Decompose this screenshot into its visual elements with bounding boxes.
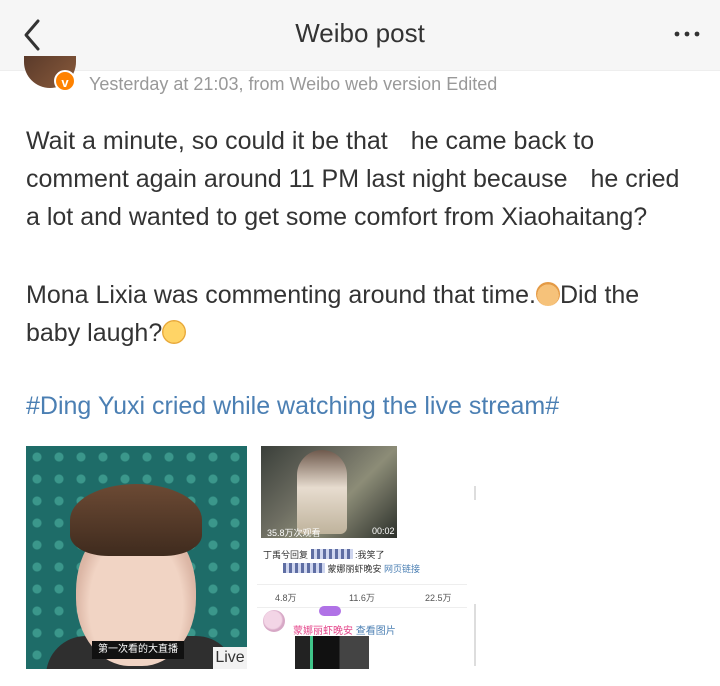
scroll-indicator (474, 604, 476, 666)
mini-reply-text: 蒙娜丽虾晚安 查看图片 (293, 622, 396, 637)
mini-comment-suffix: :我笑了 (355, 550, 385, 560)
blurred-name (310, 549, 353, 559)
post-paragraph-1: Wait a minute, so could it be that he ca… (26, 122, 696, 236)
post-meta-row: v Yesterday at 21:03, from Weibo web ver… (24, 56, 704, 98)
repost-count: 4.8万 (275, 593, 297, 603)
mini-comment-2-author: 蒙娜丽虾晚安 (327, 564, 382, 574)
mini-comment-2: 蒙娜丽虾晚安 网页链接 (283, 562, 473, 575)
more-icon (674, 31, 700, 37)
live-badge: Live (213, 647, 247, 669)
blank-character (574, 168, 590, 190)
post-body: Wait a minute, so could it be that he ca… (26, 122, 696, 352)
comment-count: 11.6万 (349, 593, 375, 603)
verified-badge-icon: v (54, 70, 76, 92)
crying-emoji-icon (162, 320, 187, 344)
dog-emoji-icon (535, 282, 560, 306)
paragraph-1-text: Wait a minute, so could it be that (26, 127, 395, 155)
scroll-indicator (474, 486, 476, 500)
video-views: 35.8万次观看 (267, 528, 321, 538)
page-title: Weibo post (295, 18, 425, 48)
mini-comment-2-link: 网页链接 (384, 564, 421, 574)
post-image-2[interactable]: 35.8万次观看 00:02 丁禹兮回复 :我笑了 蒙娜丽虾晚安 网页链接 4.… (257, 446, 477, 669)
image-subtitle: 第一次看的大直播 (92, 641, 184, 659)
mini-image-thumbnail (295, 636, 369, 669)
post-image-1[interactable]: 第一次看的大直播 Live (26, 446, 247, 669)
video-duration: 00:02 (372, 526, 395, 536)
video-person (297, 450, 347, 534)
mini-stats-bar: 4.8万 11.6万 22.5万 (257, 584, 467, 608)
blank-character (395, 130, 411, 152)
mini-avatar (263, 610, 285, 632)
blurred-name (283, 563, 325, 573)
post-meta: Yesterday at 21:03, from Weibo web versi… (89, 74, 498, 94)
paragraph-2-text: Mona Lixia was commenting around that ti… (26, 281, 536, 309)
more-button[interactable] (672, 24, 702, 44)
image-person-hair (70, 484, 202, 556)
like-count: 22.5万 (425, 593, 452, 603)
mini-comment-prefix: 丁禹兮回复 (263, 550, 309, 560)
top-bar: Weibo post (0, 0, 720, 71)
mini-comment: 丁禹兮回复 :我笑了 (263, 548, 468, 561)
hashtag-link[interactable]: #Ding Yuxi cried while watching the live… (26, 392, 559, 421)
vip-badge-icon (319, 606, 341, 616)
post-paragraph-2: Mona Lixia was commenting around that ti… (26, 276, 696, 352)
video-thumbnail (261, 446, 397, 538)
